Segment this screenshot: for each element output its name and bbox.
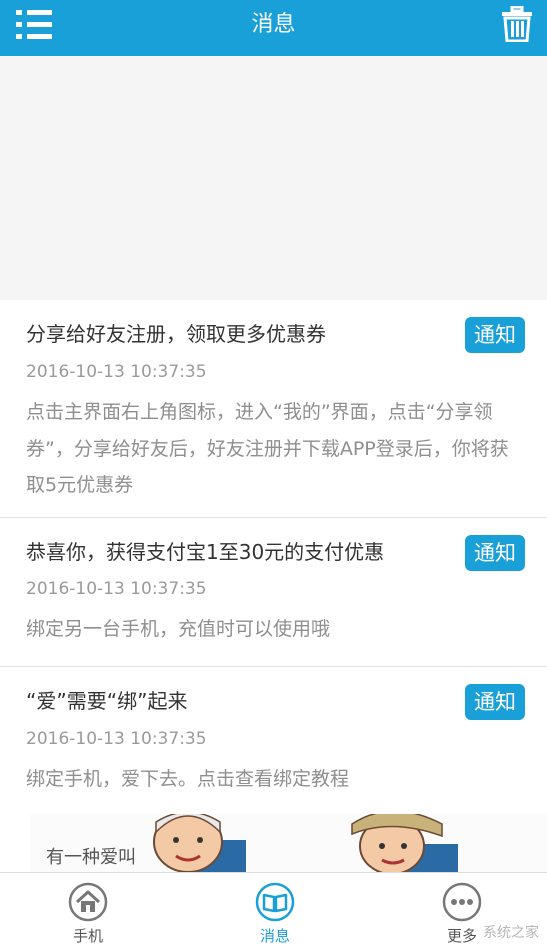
binding-tutorial-illustration[interactable]: 有一种爱叫 [30,814,547,872]
notice-badge: 通知 [465,317,525,353]
bottom-nav: 手机 消息 更多 系统之家 [0,872,547,948]
message-item[interactable]: “爱”需要“绑”起来 通知 2016-10-13 10:37:35 绑定手机，爱… [0,667,547,814]
message-time: 2016-10-13 10:37:35 [26,362,207,382]
message-title: 恭喜你，获得支付宝1至30元的支付优惠 [26,540,385,564]
tab-label: 消息 [259,927,290,945]
home-icon [68,882,108,922]
app-root: 消息 分享给好友注册，领取更多优惠券 通知 2016-10-13 10:37:3… [0,0,547,948]
more-icon [442,882,482,922]
tab-messages[interactable]: 消息 [215,873,335,948]
illustration-text: 有一种爱叫 [46,847,136,868]
trash-icon[interactable] [501,5,533,43]
message-time: 2016-10-13 10:37:35 [26,579,207,599]
message-body: 绑定手机，爱下去。点击查看绑定教程 [26,768,350,790]
message-title: 分享给好友注册，领取更多优惠券 [26,322,326,346]
page-title: 消息 [251,12,296,37]
message-body: 点击主界面右上角图标，进入“我的”界面，点击“分享领券”，分享给好友后，好友注册… [26,401,509,496]
message-item[interactable]: 恭喜你，获得支付宝1至30元的支付优惠 通知 2016-10-13 10:37:… [0,518,547,666]
message-title: “爱”需要“绑”起来 [26,689,188,713]
message-item[interactable]: 分享给好友注册，领取更多优惠券 通知 2016-10-13 10:37:35 点… [0,300,547,517]
message-body: 绑定另一台手机，充值时可以使用哦 [26,618,331,640]
watermark: 系统之家 [483,925,539,941]
message-time: 2016-10-13 10:37:35 [26,729,207,749]
notice-badge: 通知 [465,535,525,571]
banner-area [0,56,547,300]
tab-phone[interactable]: 手机 [28,873,148,948]
book-icon [255,882,295,922]
top-bar: 消息 [0,0,547,56]
tab-label: 手机 [72,927,103,945]
message-list: 分享给好友注册，领取更多优惠券 通知 2016-10-13 10:37:35 点… [0,300,547,872]
notice-badge: 通知 [465,684,525,720]
